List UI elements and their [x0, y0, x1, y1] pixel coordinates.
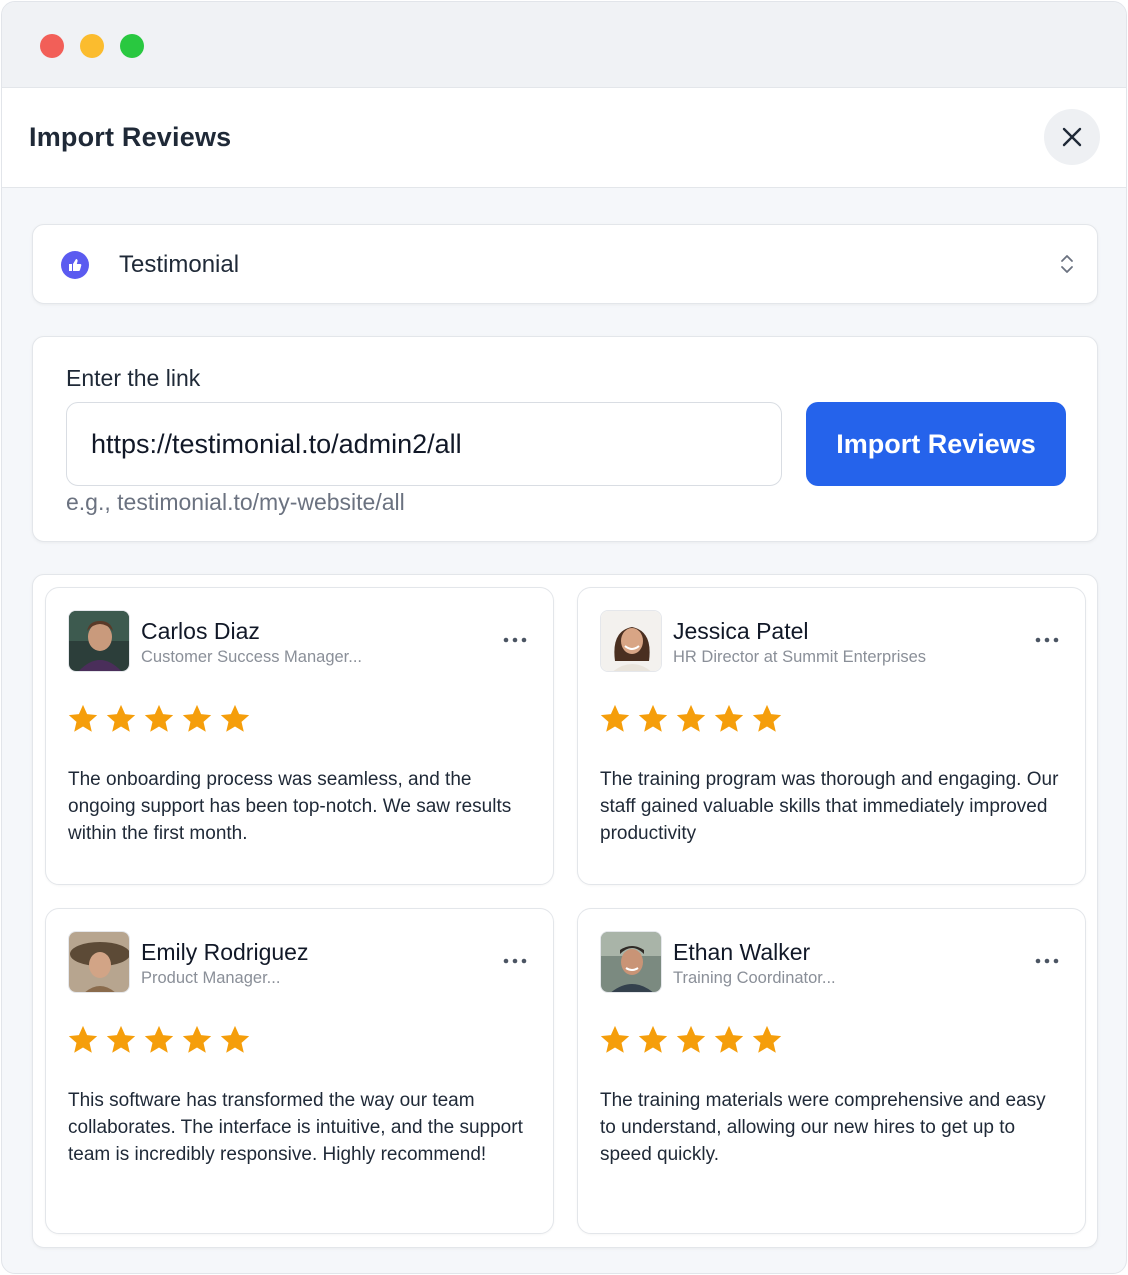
reviewer-name: Ethan Walker	[673, 939, 811, 965]
avatar	[68, 610, 130, 672]
star-icon	[676, 704, 706, 732]
reviewer-role: Product Manager...	[141, 969, 281, 987]
star-icon	[68, 704, 98, 732]
more-options-button[interactable]	[1029, 628, 1065, 652]
close-icon	[1062, 127, 1082, 147]
star-icon	[220, 1025, 250, 1053]
star-icon	[638, 704, 668, 732]
window-maximize-button[interactable]	[120, 34, 144, 58]
star-icon	[182, 1025, 212, 1053]
close-button[interactable]	[1044, 109, 1100, 165]
star-icon	[752, 704, 782, 732]
window-minimize-button[interactable]	[80, 34, 104, 58]
more-options-button[interactable]	[1029, 949, 1065, 973]
star-icon	[144, 704, 174, 732]
star-rating	[598, 702, 784, 736]
review-text: This software has transformed the way ou…	[68, 1090, 523, 1165]
star-icon	[600, 1025, 630, 1053]
review-card: Carlos Diaz Customer Success Manager... …	[45, 587, 554, 885]
reviewer-role: Customer Success Manager...	[141, 648, 363, 666]
link-hint: e.g., testimonial.to/my-website/all	[66, 489, 405, 515]
more-horizontal-icon	[1035, 637, 1059, 643]
star-icon	[68, 1025, 98, 1053]
reviews-panel: Carlos Diaz Customer Success Manager... …	[32, 574, 1098, 1248]
review-card: Emily Rodriguez Product Manager... This …	[45, 908, 554, 1234]
reviewer-role: Training Coordinator...	[673, 969, 836, 987]
chevron-up-down-icon	[1059, 252, 1075, 281]
star-rating	[66, 1023, 252, 1057]
star-icon	[144, 1025, 174, 1053]
star-rating	[598, 1023, 784, 1057]
thumbs-up-icon	[61, 251, 89, 279]
reviewer-name: Jessica Patel	[673, 618, 809, 644]
avatar	[600, 610, 662, 672]
star-icon	[676, 1025, 706, 1053]
link-form: Enter the link Import Reviews e.g., test…	[32, 336, 1098, 542]
more-horizontal-icon	[503, 637, 527, 643]
window-close-button[interactable]	[40, 34, 64, 58]
review-text: The onboarding process was seamless, and…	[68, 769, 512, 844]
review-text: The training materials were comprehensiv…	[600, 1090, 1046, 1165]
more-options-button[interactable]	[497, 949, 533, 973]
reviewer-name: Emily Rodriguez	[141, 939, 309, 965]
more-horizontal-icon	[503, 958, 527, 964]
title-bar	[2, 2, 1126, 88]
more-options-button[interactable]	[497, 628, 533, 652]
star-icon	[752, 1025, 782, 1053]
star-icon	[600, 704, 630, 732]
import-reviews-button[interactable]: Import Reviews	[806, 402, 1066, 486]
review-text: The training program was thorough and en…	[600, 769, 1059, 844]
link-label: Enter the link	[66, 365, 201, 391]
app-window: Import Reviews Testimonial Enter the lin…	[1, 1, 1127, 1274]
avatar	[68, 931, 130, 993]
star-icon	[182, 704, 212, 732]
star-icon	[714, 1025, 744, 1053]
star-icon	[106, 704, 136, 732]
star-icon	[106, 1025, 136, 1053]
reviewer-name: Carlos Diaz	[141, 618, 260, 644]
link-input[interactable]	[66, 402, 782, 486]
avatar	[600, 931, 662, 993]
source-select[interactable]: Testimonial	[32, 224, 1098, 304]
reviewer-role: HR Director at Summit Enterprises	[673, 648, 927, 666]
review-card: Ethan Walker Training Coordinator... The…	[577, 908, 1086, 1234]
star-icon	[638, 1025, 668, 1053]
star-icon	[220, 704, 250, 732]
star-icon	[714, 704, 744, 732]
dialog-title: Import Reviews	[29, 122, 232, 152]
more-horizontal-icon	[1035, 958, 1059, 964]
review-card: Jessica Patel HR Director at Summit Ente…	[577, 587, 1086, 885]
star-rating	[66, 702, 252, 736]
dialog-header: Import Reviews	[2, 88, 1126, 188]
source-select-value: Testimonial	[119, 251, 240, 278]
